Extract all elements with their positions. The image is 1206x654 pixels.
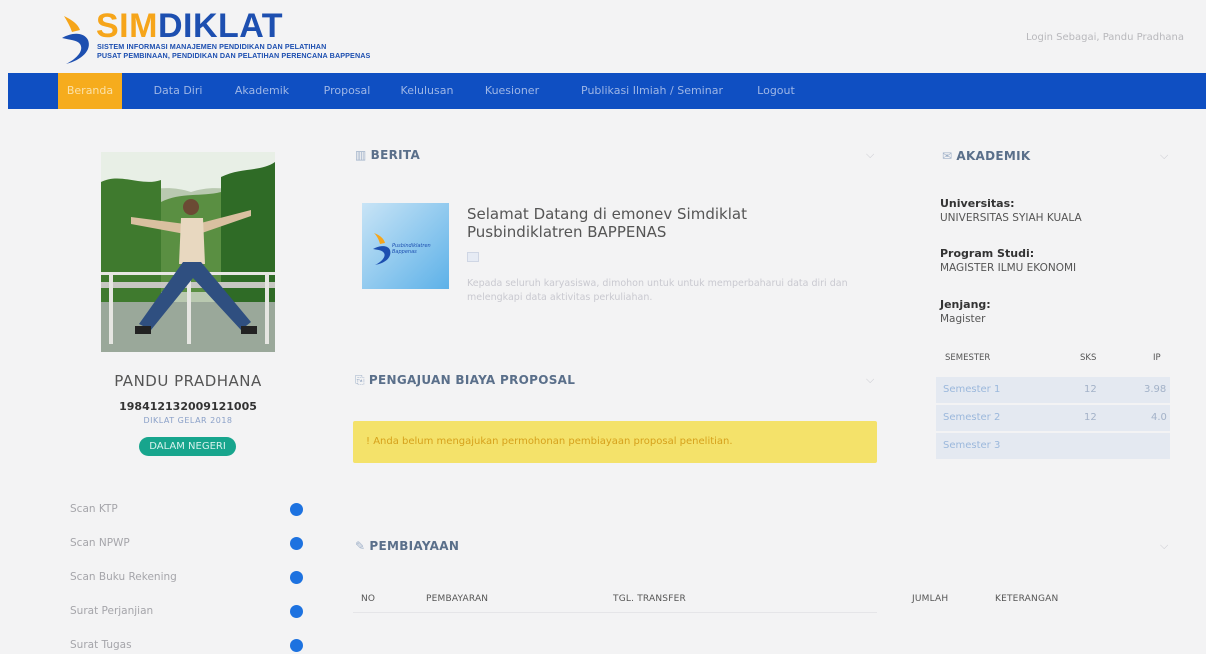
chevron-down-icon[interactable]: ⌵ — [866, 148, 874, 162]
brand-title-sim: SIM — [96, 7, 158, 45]
prodi-value: MAGISTER ILMU EKONOMI — [940, 262, 1077, 274]
semester-link[interactable]: Semester 3 — [943, 433, 1000, 459]
status-dot-icon — [290, 503, 303, 516]
nav-item-proposal[interactable]: Proposal — [312, 73, 382, 109]
site-header: SIMDIKLAT SISTEM INFORMASI MANAJEMEN PEN… — [0, 0, 1206, 72]
chevron-down-icon[interactable]: ⌵ — [866, 373, 874, 387]
news-body: Kepada seluruh karyasiswa, dimohon untuk… — [467, 278, 848, 303]
doc-label: Scan NPWP — [70, 537, 130, 549]
doc-item-surat-perjanjian[interactable]: Surat Perjanjian — [70, 602, 310, 622]
chevron-down-icon[interactable]: ⌵ — [1160, 539, 1168, 553]
semester-column-header: SEMESTER — [945, 353, 991, 363]
pembiayaan-header: ✎ PEMBIAYAAN — [355, 539, 459, 553]
main-nav: Beranda Data Diri Akademik Proposal Kelu… — [8, 73, 1206, 109]
table-divider — [353, 612, 877, 613]
semester-sks: 12 — [1084, 412, 1097, 423]
prodi-label: Program Studi: — [940, 247, 1035, 260]
semester-link[interactable]: Semester 2 — [943, 405, 1000, 431]
nav-item-kuesioner[interactable]: Kuesioner — [475, 73, 549, 109]
status-dot-icon — [290, 605, 303, 618]
doc-item-scan-npwp[interactable]: Scan NPWP — [70, 534, 310, 554]
berita-title: BERITA — [370, 148, 421, 162]
doc-label: Surat Tugas — [70, 639, 132, 651]
table-header-jumlah: JUMLAH — [912, 594, 949, 604]
profile-name: PANDU PRADHANA — [114, 372, 262, 390]
nav-item-akademik[interactable]: Akademik — [226, 73, 298, 109]
simdiklat-logo-icon[interactable] — [58, 14, 94, 66]
jenjang-label: Jenjang: — [940, 298, 991, 311]
graduation-cap-icon: ✉ — [942, 149, 953, 163]
sks-column-header: SKS — [1080, 353, 1097, 363]
ip-column-header: IP — [1153, 353, 1161, 363]
universitas-label: Universitas: — [940, 197, 1015, 210]
semester-ip: 4.0 — [1151, 412, 1167, 423]
login-as-text: Login Sebagai, Pandu Pradhana — [1025, 32, 1184, 43]
brand-title-diklat: DIKLAT — [157, 7, 284, 45]
semester-link[interactable]: Semester 1 — [943, 377, 1000, 403]
doc-label: Scan KTP — [70, 503, 118, 515]
doc-item-surat-tugas[interactable]: Surat Tugas — [70, 636, 310, 654]
table-header-pembayaran: PEMBAYARAN — [426, 594, 489, 604]
doc-label: Scan Buku Rekening — [70, 571, 177, 583]
nav-item-publikasi[interactable]: Publikasi Ilmiah / Seminar — [567, 73, 737, 109]
universitas-value: UNIVERSITAS SYIAH KUALA — [940, 212, 1082, 224]
news-thumbnail-caption: Pusbindiklatren Bappenas — [392, 243, 431, 255]
status-dot-icon — [290, 537, 303, 550]
proposal-title: PENGAJUAN BIAYA PROPOSAL — [368, 373, 576, 387]
profile-photo-image — [101, 152, 275, 352]
brand-title[interactable]: SIMDIKLAT — [96, 8, 283, 44]
brand-subtitle-line2: PUSAT PEMBINAAN, PENDIDIKAN DAN PELATIHA… — [97, 50, 371, 60]
profile-nip: 198412132009121005 — [119, 400, 257, 413]
paperclip-icon: ✎ — [355, 539, 366, 553]
table-header-tgl-transfer: TGL. TRANSFER — [613, 594, 686, 604]
doc-item-scan-buku-rekening[interactable]: Scan Buku Rekening — [70, 568, 310, 588]
table-header-keterangan: KETERANGAN — [995, 594, 1059, 604]
nav-item-kelulusan[interactable]: Kelulusan — [392, 73, 462, 109]
profile-photo — [101, 152, 275, 352]
news-title[interactable]: Selamat Datang di emonev Simdiklat Pusbi… — [467, 205, 827, 241]
semester-row: Semester 1 12 3.98 — [936, 377, 1170, 403]
status-badge: DALAM NEGERI — [139, 437, 236, 456]
table-header-no: NO — [361, 594, 376, 604]
newspaper-icon: ▥ — [355, 148, 367, 162]
status-dot-icon — [290, 571, 303, 584]
semester-sks: 12 — [1084, 384, 1097, 395]
akademik-header: ✉ AKADEMIK — [942, 149, 1031, 163]
proposal-header: ⎘ PENGAJUAN BIAYA PROPOSAL — [355, 373, 575, 388]
proposal-alert: ! Anda belum mengajukan permohonan pembi… — [353, 421, 877, 463]
akademik-title: AKADEMIK — [956, 149, 1031, 163]
pembiayaan-title: PEMBIAYAAN — [369, 539, 460, 553]
nav-item-data-diri[interactable]: Data Diri — [143, 73, 213, 109]
news-thumbnail[interactable]: Pusbindiklatren Bappenas — [362, 203, 449, 289]
chevron-down-icon[interactable]: ⌵ — [1160, 149, 1168, 163]
semester-row: Semester 3 — [936, 433, 1170, 459]
nav-item-logout[interactable]: Logout — [746, 73, 806, 109]
profile-diklat: DIKLAT GELAR 2018 — [143, 416, 233, 425]
doc-item-scan-ktp[interactable]: Scan KTP — [70, 500, 310, 520]
jenjang-value: Magister — [940, 313, 986, 325]
berita-header: ▥ BERITA — [355, 148, 420, 162]
semester-ip: 3.98 — [1144, 384, 1167, 395]
comment-icon — [467, 252, 479, 262]
brand-subtitle: SISTEM INFORMASI MANAJEMEN PENDIDIKAN DA… — [97, 42, 371, 60]
nav-item-beranda[interactable]: Beranda — [58, 73, 122, 109]
status-dot-icon — [290, 639, 303, 652]
doc-label: Surat Perjanjian — [70, 605, 154, 617]
file-edit-icon: ⎘ — [355, 373, 365, 387]
semester-row: Semester 2 12 4.0 — [936, 405, 1170, 431]
